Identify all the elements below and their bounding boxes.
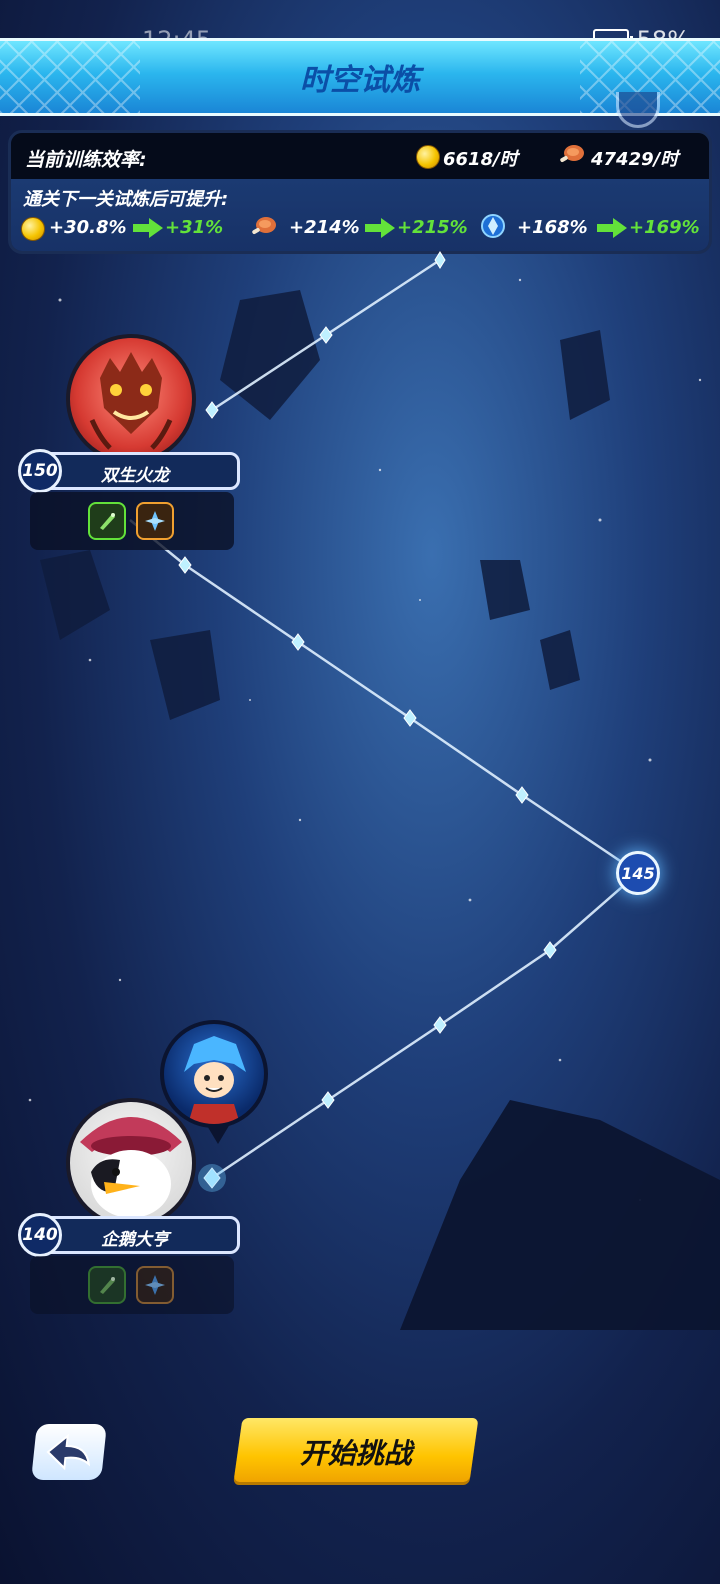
green-scroll-icon[interactable] (88, 502, 126, 540)
level-badge-150: 150 (18, 449, 62, 493)
boss-avatar-fire-dragon[interactable] (66, 334, 196, 464)
level-node-145[interactable]: 145 (616, 851, 660, 895)
hero-icon (184, 1036, 246, 1124)
fire-dragon-icon (89, 352, 173, 450)
blue-crystal-icon[interactable] (136, 502, 174, 540)
boss-name: 双生火龙 (101, 466, 169, 486)
back-button[interactable] (31, 1424, 107, 1480)
game-screen: { "status_bar": { "time": "12:45", "batt… (0, 0, 720, 1584)
back-arrow-icon (46, 1433, 91, 1471)
boss-avatar-penguin-tycoon[interactable] (66, 1098, 196, 1228)
hero-avatar[interactable] (160, 1020, 268, 1128)
start-challenge-label: 开始挑战 (299, 1437, 412, 1470)
blue-crystal-icon[interactable] (136, 1266, 174, 1304)
penguin-tycoon-icon (80, 1117, 182, 1218)
hero-pin-pointer (206, 1124, 230, 1144)
start-challenge-button[interactable]: 开始挑战 (233, 1418, 479, 1482)
reward-box-150 (30, 492, 234, 550)
boss-name: 企鹅大亨 (101, 1230, 169, 1250)
reward-box-140 (30, 1256, 234, 1314)
green-scroll-icon[interactable] (88, 1266, 126, 1304)
level-badge-140: 140 (18, 1213, 62, 1257)
level-path (129, 251, 639, 1192)
